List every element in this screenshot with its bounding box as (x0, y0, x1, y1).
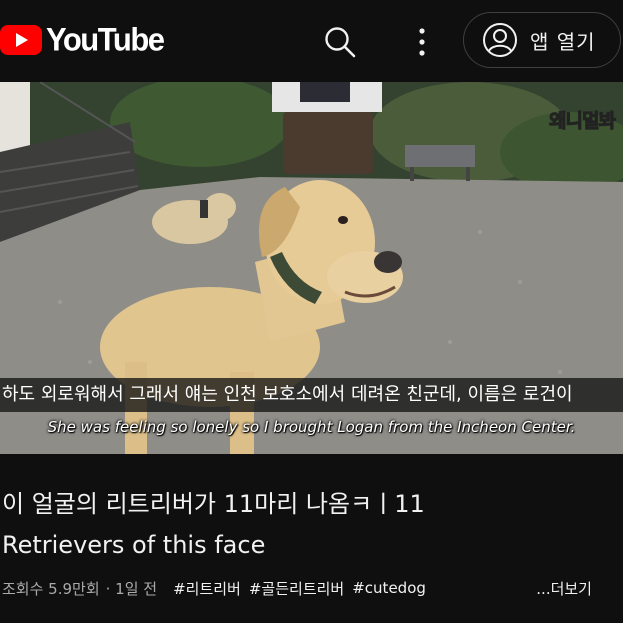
video-title[interactable]: 이 얼굴의 리트리버가 11마리 나옴ㅋㅣ11 Retrievers of th… (2, 484, 612, 566)
hashtag[interactable]: #리트리버 (173, 578, 241, 599)
show-more-button[interactable]: ...더보기 (536, 578, 592, 599)
video-title-line-2: Retrievers of this face (2, 531, 266, 559)
hashtag[interactable]: #골든리트리버 (249, 578, 344, 599)
hashtag[interactable]: #cutedog (352, 579, 426, 597)
video-metadata: 조회수 5.9만회 · 1일 전 #리트리버 #골든리트리버 #cutedog … (2, 575, 622, 601)
youtube-logo[interactable]: YouTube (0, 21, 165, 58)
account-icon (483, 23, 517, 57)
more-options-button[interactable] (402, 22, 442, 62)
view-count: 조회수 5.9만회 (2, 579, 100, 598)
top-app-bar: YouTube 앱 열기 (0, 0, 623, 82)
search-button[interactable] (320, 22, 360, 62)
more-vertical-icon (419, 28, 425, 56)
open-app-button[interactable]: 앱 열기 (463, 12, 621, 68)
video-title-line-1: 이 얼굴의 리트리버가 11마리 나옴ㅋㅣ11 (2, 490, 425, 518)
open-app-label: 앱 열기 (530, 29, 596, 54)
subtitle-english: She was feeling so lonely so I brought L… (47, 418, 576, 436)
subtitle-korean: 하도 외로워해서 그래서 얘는 인천 보호소에서 데려온 친군데, 이름은 로건… (0, 378, 623, 412)
youtube-logo-icon (0, 25, 42, 55)
upload-age: · 1일 전 (105, 579, 158, 598)
video-player[interactable]: 왜니멀봐 하도 외로워해서 그래서 얘는 인천 보호소에서 데려온 친군데, 이… (0, 82, 623, 454)
search-icon (325, 27, 356, 58)
logo-text: YouTube (46, 21, 165, 58)
channel-watermark: 왜니멀봐 (549, 110, 617, 133)
